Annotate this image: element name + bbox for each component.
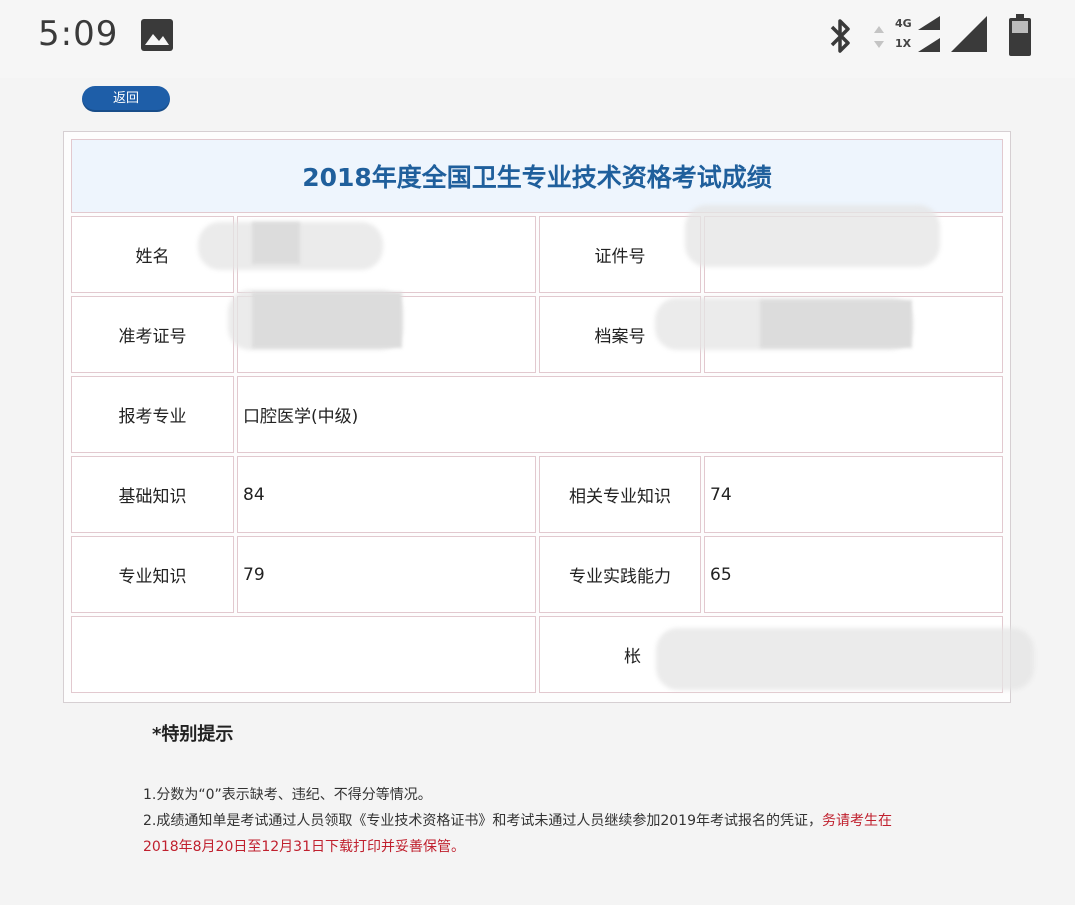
back-button[interactable]: 返回 (82, 86, 170, 112)
signal-icon (918, 16, 940, 52)
image-icon (141, 19, 173, 51)
ticket-number-label: 准考证号 (71, 296, 234, 373)
major-value: 口腔医学(中级) (237, 376, 1004, 453)
related-knowledge-score: 74 (704, 456, 1004, 533)
redacted-area (685, 205, 940, 267)
signal-icon (951, 16, 987, 52)
network-type-4g: 4G (895, 17, 912, 30)
redacted-area (760, 300, 912, 348)
battery-icon (1009, 14, 1031, 56)
redacted-area (252, 222, 300, 264)
notice-line-2-text: 2.成绩通知单是考试通过人员领取《专业技术资格证书》和考试未通过人员继续参加20… (143, 813, 822, 829)
partial-label: 枨 (624, 647, 641, 667)
notice-line-1: 1.分数为“0”表示缺考、违纪、不得分等情况。 (143, 787, 432, 803)
notice-line-2: 2.成绩通知单是考试通过人员领取《专业技术资格证书》和考试未通过人员继续参加20… (143, 808, 923, 860)
status-time: 5:09 (38, 14, 119, 54)
id-number-label: 证件号 (539, 216, 701, 293)
basic-knowledge-score: 84 (237, 456, 536, 533)
notice-title: *特别提示 (152, 724, 234, 745)
redacted-area (656, 628, 1034, 690)
data-arrows-icon (874, 26, 884, 48)
major-label: 报考专业 (71, 376, 234, 453)
professional-knowledge-score: 79 (237, 536, 536, 613)
empty-cell (71, 616, 536, 693)
practice-ability-score: 65 (704, 536, 1004, 613)
practice-ability-label: 专业实践能力 (539, 536, 701, 613)
table-title: 2018年度全国卫生专业技术资格考试成绩 (71, 139, 1004, 213)
related-knowledge-label: 相关专业知识 (539, 456, 701, 533)
professional-knowledge-label: 专业知识 (71, 536, 234, 613)
bluetooth-icon (830, 19, 850, 53)
status-bar: 5:09 4G 1X (0, 0, 1075, 78)
redacted-area (252, 292, 402, 348)
network-type-1x: 1X (895, 37, 912, 50)
basic-knowledge-label: 基础知识 (71, 456, 234, 533)
